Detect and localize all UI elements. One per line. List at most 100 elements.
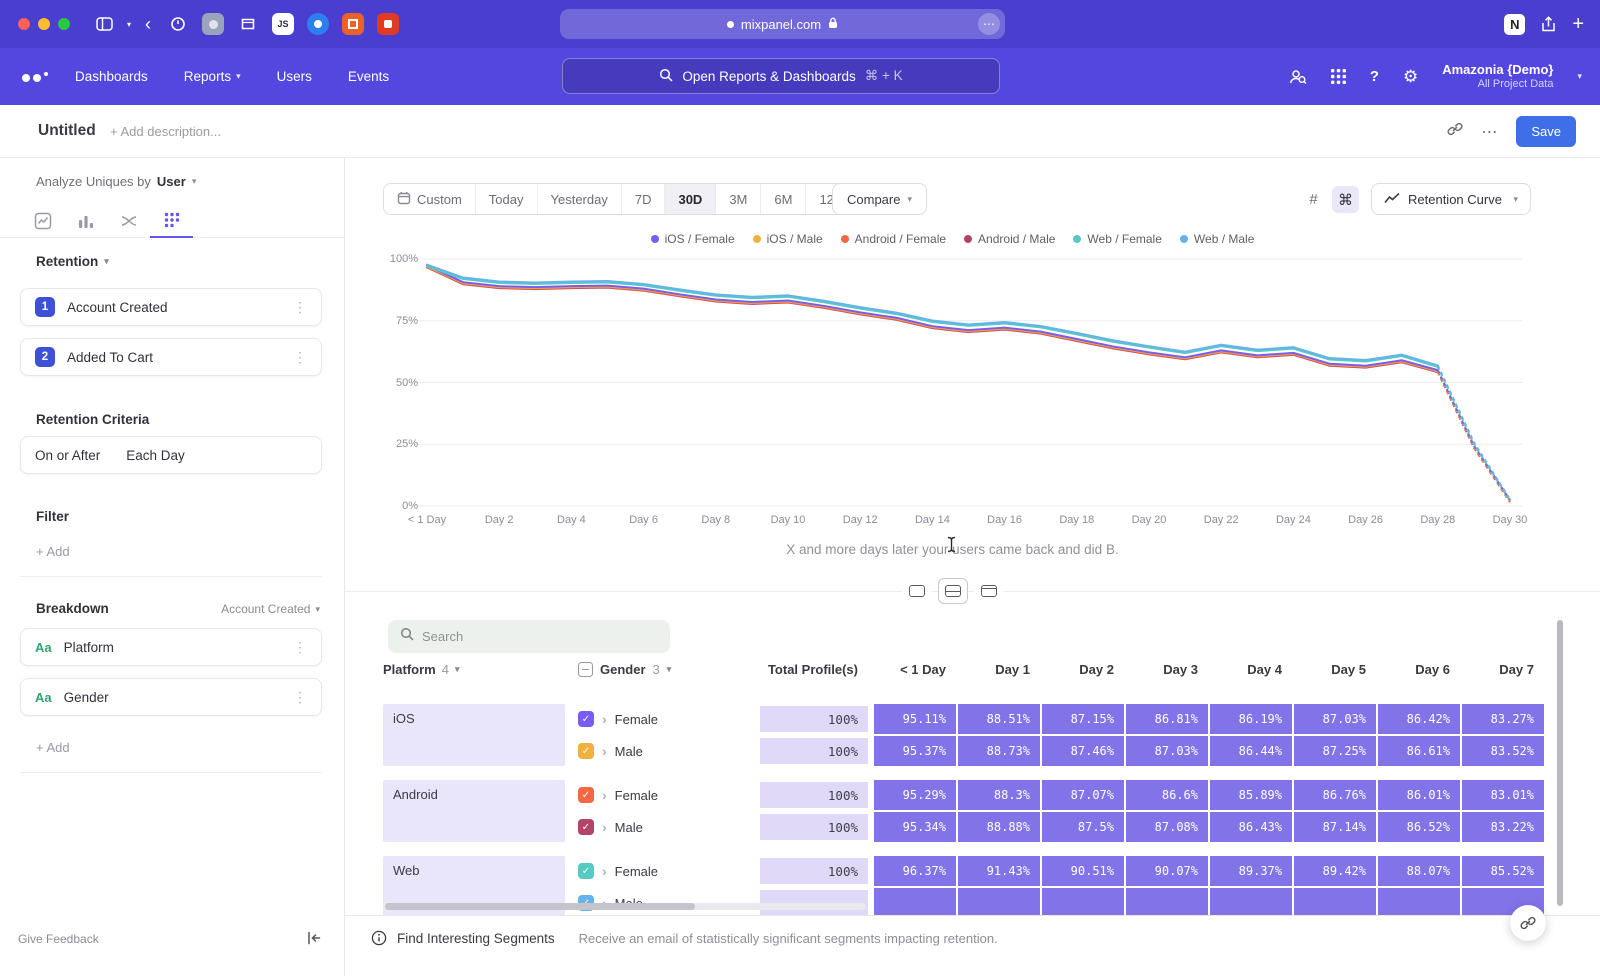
retention-cell[interactable]: 87.03% (1294, 704, 1376, 734)
table-search[interactable] (388, 620, 670, 653)
add-description[interactable]: + Add description... (110, 124, 221, 139)
new-tab-button[interactable]: + (1572, 13, 1584, 36)
retention-cell[interactable]: 95.29% (874, 780, 956, 810)
platform-cell[interactable]: Android (383, 780, 565, 842)
criteria-each-day[interactable]: Each Day (126, 448, 185, 463)
gender-cell[interactable]: ✓›Female (578, 787, 758, 803)
criteria-on-or-after[interactable]: On or After (35, 448, 100, 463)
notion-icon[interactable]: N (1504, 14, 1525, 35)
nav-reports[interactable]: Reports▾ (184, 69, 241, 84)
retention-cell[interactable] (1378, 888, 1460, 915)
tab-funnels[interactable] (64, 204, 107, 238)
browser-sidebar-toggle-icon[interactable] (96, 17, 113, 31)
series-line-tail-Web-Male[interactable] (1438, 365, 1510, 499)
add-filter-button[interactable]: + Add (36, 544, 70, 559)
chevron-right-icon[interactable]: › (602, 819, 607, 835)
tab-flows[interactable] (107, 204, 150, 238)
range-3m[interactable]: 3M (716, 184, 761, 214)
find-segments-link[interactable]: Find Interesting Segments (397, 931, 555, 946)
retention-cell[interactable]: 88.51% (958, 704, 1040, 734)
apps-grid-icon[interactable] (1331, 69, 1346, 84)
series-line-Web-Male[interactable] (427, 265, 1438, 366)
minimize-window-button[interactable] (38, 18, 50, 30)
retention-cell[interactable]: 89.42% (1294, 856, 1376, 886)
row-checkbox[interactable]: ✓ (578, 863, 594, 879)
retention-cell[interactable]: 86.61% (1378, 736, 1460, 766)
share-link-fab[interactable] (1510, 905, 1546, 941)
analyze-value-dropdown[interactable]: User (157, 174, 186, 189)
row-checkbox[interactable]: ✓ (578, 819, 594, 835)
row-checkbox[interactable]: ✓ (578, 787, 594, 803)
gender-cell[interactable]: ✓›Male (578, 743, 758, 759)
retention-cell[interactable]: 88.73% (958, 736, 1040, 766)
retention-step-1[interactable]: 1 Account Created ⋮ (20, 288, 322, 326)
annotations-hash-button[interactable]: # (1300, 186, 1327, 213)
retention-step-2[interactable]: 2 Added To Cart ⋮ (20, 338, 322, 376)
gender-column-header[interactable]: Gender 3 ▾ (578, 662, 758, 677)
retention-cell[interactable] (1126, 888, 1208, 915)
gender-cell[interactable]: ✓›Female (578, 711, 758, 727)
chevron-down-icon[interactable]: ▾ (1577, 71, 1582, 82)
retention-cell[interactable]: 83.22% (1462, 812, 1544, 842)
retention-cell[interactable]: 95.34% (874, 812, 956, 842)
retention-cell[interactable]: 87.07% (1042, 780, 1124, 810)
back-button[interactable]: ‹ (145, 14, 151, 35)
retention-cell[interactable] (1210, 888, 1292, 915)
range-yesterday[interactable]: Yesterday (538, 184, 622, 214)
layout-chart-only-button[interactable] (902, 578, 932, 604)
retention-criteria-row[interactable]: On or After Each Day (20, 436, 322, 474)
gender-cell[interactable]: ✓›Male (578, 819, 758, 835)
retention-cell[interactable]: 86.6% (1126, 780, 1208, 810)
range-6m[interactable]: 6M (761, 184, 806, 214)
chart-type-selector[interactable]: Retention Curve ▾ (1371, 183, 1531, 215)
user-lookup-icon[interactable] (1289, 69, 1307, 85)
kebab-menu-icon[interactable]: ⋮ (293, 349, 307, 366)
chevron-right-icon[interactable]: › (602, 711, 607, 727)
horizontal-scrollbar[interactable] (383, 903, 866, 910)
retention-cell[interactable]: 90.51% (1042, 856, 1124, 886)
row-checkbox[interactable]: ✓ (578, 743, 594, 759)
legend-item[interactable]: Android / Female (841, 232, 946, 246)
platform-cell[interactable]: iOS (383, 704, 565, 766)
retention-cell[interactable]: 87.15% (1042, 704, 1124, 734)
retention-cell[interactable]: 86.01% (1378, 780, 1460, 810)
range-7d[interactable]: 7D (622, 184, 666, 214)
retention-cell[interactable]: 90.07% (1126, 856, 1208, 886)
range-30d[interactable]: 30D (665, 184, 716, 214)
retention-cell[interactable]: 86.52% (1378, 812, 1460, 842)
retention-cell[interactable]: 86.81% (1126, 704, 1208, 734)
breakdown-platform[interactable]: Aa Platform ⋮ (20, 628, 322, 666)
legend-item[interactable]: Web / Female (1073, 232, 1161, 246)
collapse-sidebar-icon[interactable] (306, 931, 322, 950)
layout-split-button[interactable] (938, 578, 968, 604)
legend-item[interactable]: iOS / Male (753, 232, 823, 246)
retention-cell[interactable]: 87.08% (1126, 812, 1208, 842)
chevron-right-icon[interactable]: › (602, 863, 607, 879)
row-checkbox[interactable]: ✓ (578, 711, 594, 727)
legend-item[interactable]: iOS / Female (651, 232, 735, 246)
give-feedback-link[interactable]: Give Feedback (18, 932, 99, 946)
retention-cell[interactable] (874, 888, 956, 915)
retention-cell[interactable]: 88.07% (1378, 856, 1460, 886)
global-search-button[interactable]: Open Reports & Dashboards ⌘ + K (562, 58, 1000, 94)
more-options-button[interactable]: ⋯ (1481, 122, 1498, 142)
retention-cell[interactable]: 86.43% (1210, 812, 1292, 842)
retention-cell[interactable]: 83.27% (1462, 704, 1544, 734)
retention-cell[interactable] (1294, 888, 1376, 915)
retention-cell[interactable]: 83.52% (1462, 736, 1544, 766)
tab-retention[interactable] (150, 204, 193, 238)
retention-cell[interactable]: 91.43% (958, 856, 1040, 886)
platform-column-header[interactable]: Platform 4 ▾ (383, 662, 565, 677)
address-more-button[interactable]: ⋯ (978, 13, 1000, 35)
breakdown-context-dropdown[interactable]: Account Created▾ (221, 602, 320, 616)
series-line-tail-iOS-Male[interactable] (1438, 371, 1510, 501)
retention-cell[interactable]: 95.11% (874, 704, 956, 734)
retention-cell[interactable] (958, 888, 1040, 915)
kebab-menu-icon[interactable]: ⋮ (293, 639, 307, 656)
retention-cell[interactable]: 87.25% (1294, 736, 1376, 766)
retention-cell[interactable]: 85.52% (1462, 856, 1544, 886)
custom-date-button[interactable]: Custom (384, 184, 476, 214)
retention-cell[interactable]: 86.19% (1210, 704, 1292, 734)
extension-icon-js[interactable]: JS (272, 13, 294, 35)
project-switcher[interactable]: Amazonia {Demo} All Project Data (1442, 62, 1553, 92)
